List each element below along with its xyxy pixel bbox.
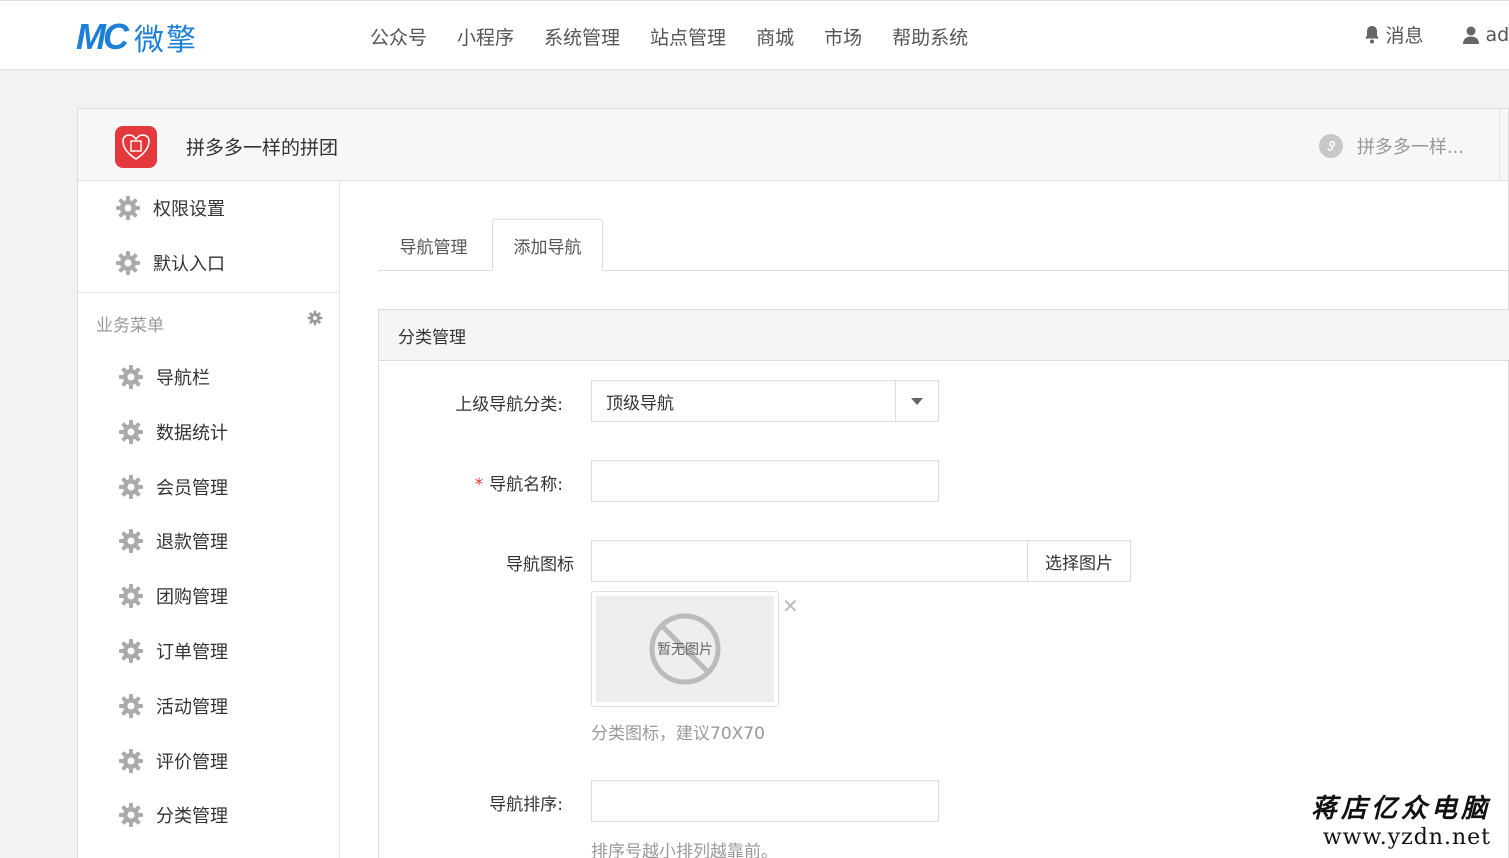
gear-icon	[119, 529, 143, 554]
sidebar-item-label: 默认入口	[153, 254, 225, 275]
gear-icon	[119, 693, 143, 718]
sidebar-item-label: 权限设置	[153, 199, 225, 220]
gear-icon	[119, 748, 143, 773]
image-placeholder: 暂无图片	[596, 596, 774, 702]
gear-icon	[119, 365, 143, 389]
nav-icon-input[interactable]	[591, 540, 1029, 582]
main-card: 拼多多一样的拼团 拼多多一样... 权限设置 默认入口 业务菜单 导航栏数据统计…	[77, 108, 1509, 858]
tab-add-nav[interactable]: 添加导航	[492, 219, 603, 271]
sidebar-item-label: 订单管理	[156, 642, 228, 663]
user-icon	[1463, 26, 1480, 44]
parent-category-value: 顶级导航	[606, 393, 674, 414]
sidebar-item-orders[interactable]: 订单管理	[118, 638, 228, 664]
sidebar-divider	[78, 292, 340, 293]
required-mark: *	[474, 475, 484, 495]
gear-icon	[119, 584, 143, 609]
top-nav: 公众号 小程序 系统管理 站点管理 商城 市场 帮助系统	[370, 23, 998, 50]
gear-icon	[119, 639, 143, 663]
watermark-name: 蒋店亿众电脑	[1310, 794, 1491, 824]
header-divider	[1499, 109, 1500, 181]
parent-category-label: 上级导航分类:	[455, 395, 563, 415]
sidebar-item-members[interactable]: 会员管理	[118, 474, 228, 500]
nav-item-help[interactable]: 帮助系统	[892, 23, 968, 50]
sidebar-item-label: 分类管理	[156, 806, 228, 828]
logo[interactable]: MC 微擎	[76, 16, 198, 58]
watermark-url: www.yzdn.net	[1322, 825, 1491, 850]
sidebar-item-label: 退款管理	[156, 532, 228, 554]
icon-hint: 分类图标，建议70X70	[591, 724, 765, 744]
sidebar-item-group-buy[interactable]: 团购管理	[118, 583, 228, 609]
sidebar: 权限设置 默认入口 业务菜单 导航栏数据统计会员管理退款管理团购管理订单管理活动…	[78, 181, 340, 858]
sidebar-item-activities[interactable]: 活动管理	[118, 693, 228, 719]
app-switcher-label: 拼多多一样...	[1356, 137, 1464, 158]
nav-item-shop[interactable]: 商城	[756, 23, 794, 50]
nav-item-miniprogram[interactable]: 小程序	[457, 23, 514, 50]
top-bar: MC 微擎 公众号 小程序 系统管理 站点管理 商城 市场 帮助系统 消息 ad…	[0, 0, 1509, 70]
app-switcher[interactable]: 拼多多一样...	[1318, 133, 1464, 159]
user-menu[interactable]: adr	[1461, 24, 1509, 46]
sidebar-item-label: 数据统计	[156, 422, 228, 444]
sidebar-section-title: 业务菜单	[96, 316, 164, 336]
sidebar-item-label: 会员管理	[156, 477, 228, 499]
form-panel: 分类管理 上级导航分类: 顶级导航 * 导航名称: 导航图标 选择图片 暂无图片 …	[378, 309, 1509, 858]
chevron-down-icon	[895, 381, 938, 421]
app-name: 拼多多一样的拼团	[186, 137, 339, 159]
tab-bar: 导航管理 添加导航	[378, 219, 1509, 271]
gear-icon	[116, 196, 140, 220]
nav-icon-label: 导航图标	[506, 555, 574, 575]
sidebar-item-reviews[interactable]: 评价管理	[118, 748, 228, 774]
nav-sort-input[interactable]	[591, 780, 939, 822]
panel-title: 分类管理	[379, 310, 1509, 361]
app-logo-icon	[115, 126, 157, 168]
messages-label: 消息	[1385, 25, 1424, 47]
user-name: adr	[1485, 23, 1509, 46]
section-settings-icon[interactable]	[307, 310, 323, 326]
nav-name-input[interactable]	[591, 460, 939, 502]
gear-icon	[116, 251, 140, 275]
logo-text: 微擎	[134, 23, 198, 58]
sidebar-item-label: 评价管理	[156, 751, 228, 773]
watermark: 蒋店亿众电脑 www.yzdn.net	[1311, 788, 1491, 850]
sidebar-item-label: 活动管理	[156, 696, 228, 718]
miniprogram-icon	[1318, 134, 1343, 158]
sidebar-item-permissions[interactable]: 权限设置	[115, 195, 225, 221]
top-right-tools: 消息 adr	[1363, 21, 1509, 48]
sidebar-item-default-entry[interactable]: 默认入口	[115, 250, 225, 276]
sidebar-item-nav-bar[interactable]: 导航栏	[118, 364, 210, 390]
nav-name-label-wrap: * 导航名称:	[379, 470, 563, 495]
sidebar-item-categories[interactable]: 分类管理	[118, 802, 228, 828]
gear-icon	[119, 474, 143, 499]
no-image-text: 暂无图片	[657, 642, 713, 658]
app-header: 拼多多一样的拼团 拼多多一样...	[78, 109, 1508, 181]
sidebar-item-label: 导航栏	[156, 368, 210, 389]
bell-icon	[1365, 25, 1380, 43]
choose-image-button[interactable]: 选择图片	[1027, 540, 1131, 582]
sort-hint: 排序号越小排列越靠前。	[591, 842, 778, 858]
parent-category-select[interactable]: 顶级导航	[591, 380, 939, 422]
gear-icon	[119, 419, 143, 444]
messages-button[interactable]: 消息	[1363, 21, 1423, 48]
tab-nav-manage[interactable]: 导航管理	[378, 219, 489, 271]
sidebar-item-refunds[interactable]: 退款管理	[118, 528, 228, 554]
nav-sort-label: 导航排序:	[489, 795, 563, 815]
nav-item-site[interactable]: 站点管理	[650, 23, 726, 50]
image-preview: 暂无图片	[591, 591, 779, 707]
nav-item-gongzhonghao[interactable]: 公众号	[370, 23, 427, 50]
sidebar-item-data-stats[interactable]: 数据统计	[118, 419, 228, 445]
logo-mark: MC	[76, 16, 129, 57]
nav-item-market[interactable]: 市场	[824, 23, 862, 50]
sidebar-item-label: 团购管理	[156, 587, 228, 609]
nav-name-label: 导航名称:	[489, 475, 563, 495]
nav-item-system[interactable]: 系统管理	[544, 23, 620, 50]
close-icon[interactable]: ✕	[782, 594, 799, 618]
gear-icon	[119, 803, 143, 828]
